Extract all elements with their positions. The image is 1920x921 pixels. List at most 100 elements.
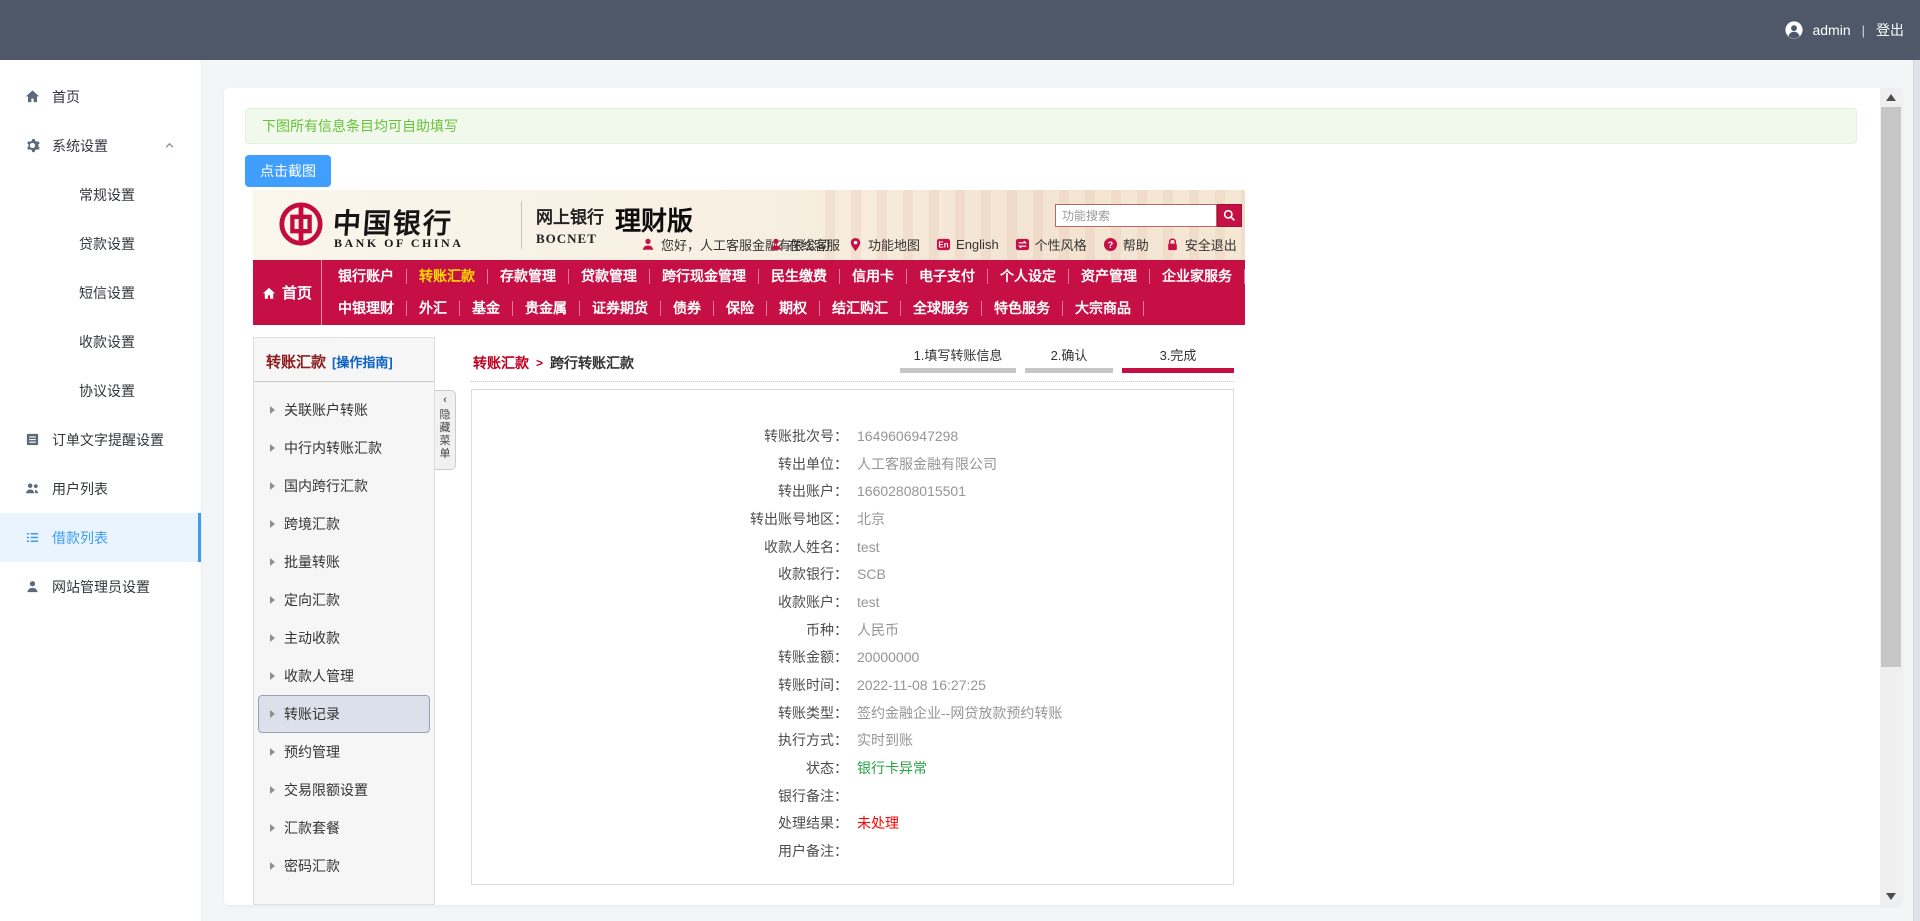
nav-item[interactable]: 贷款管理 [569,268,650,284]
field-label: 币种 [806,621,834,638]
nav-item[interactable]: 转账汇款 [407,268,488,284]
browser-scroll-track[interactable] [1913,60,1920,921]
sidemenu-item[interactable]: 定向汇款 [258,581,430,619]
sidebar-item-label: 网站管理员设置 [52,578,150,595]
quick-link-label: 帮助 [1122,237,1149,253]
nav-item[interactable]: 跨行现金管理 [650,268,759,284]
quick-link[interactable]: 功能地图 [848,235,920,254]
sidemenu-item[interactable]: 主动收款 [258,619,430,657]
sidebar-item-label: 订单文字提醒设置 [52,431,164,448]
field-label-colon: ： [834,510,848,527]
bank-name-en: BANK OF CHINA [334,236,464,250]
function-search-input[interactable] [1055,204,1217,227]
quick-link[interactable]: ? 帮助 [1103,235,1149,254]
nav-item[interactable]: 企业家服务 [1150,268,1245,284]
sidemenu-item-label: 国内跨行汇款 [284,478,368,494]
logout-link[interactable]: 登出 [1876,20,1904,40]
nav-item[interactable]: 全球服务 [901,301,982,317]
username: admin [1812,22,1851,38]
screenshot-button[interactable]: 点击截图 [245,155,331,187]
greeting: 您好，人工客服金融有限公司 在线客服 [641,235,840,254]
progress-steps: 1.填写转账信息 2.确认 3.完成 [900,345,1234,373]
nav-item[interactable]: 信用卡 [840,268,907,284]
sidemenu-item[interactable]: 批量转账 [258,543,430,581]
edition-label: 理财版 [615,206,694,236]
sidebar-item-label: 借款列表 [52,529,108,546]
user-menu[interactable]: admin | 登出 [1785,20,1904,40]
field-label: 状态 [806,760,834,777]
sidemenu-item[interactable]: 汇款套餐 [258,809,430,847]
sidemenu-item[interactable]: 中行内转账汇款 [258,429,430,467]
sidemenu-item[interactable]: 密码汇款 [258,847,430,885]
sidebar-item[interactable]: 用户列表 [0,464,201,513]
nav-item[interactable]: 中银理财 [326,301,407,317]
nav-item[interactable]: 债券 [661,301,714,317]
breadcrumb-root[interactable]: 转账汇款 [473,353,529,373]
operation-guide-link[interactable]: [操作指南] [332,355,393,370]
field-label: 银行备注 [778,787,834,804]
nav-item[interactable]: 电子支付 [907,268,988,284]
sidemenu-item[interactable]: 国内跨行汇款 [258,467,430,505]
card-scrollbar[interactable] [1880,88,1902,905]
quick-link[interactable]: 个性风格 [1015,235,1087,254]
scroll-up-button[interactable] [1880,88,1902,106]
home-icon [262,286,276,300]
nav-item[interactable]: 保险 [714,301,767,317]
top-navbar: admin | 登出 [0,0,1920,60]
nav-item[interactable]: 外汇 [407,301,460,317]
sidebar-item[interactable]: 系统设置 [0,121,201,170]
users-icon [25,481,41,497]
nav-item[interactable]: 存款管理 [488,268,569,284]
online-service-link[interactable]: 在线客服 [769,235,840,254]
nav-item[interactable]: 民生缴费 [759,268,840,284]
sidemenu-item[interactable]: 预约管理 [258,733,430,771]
sidemenu-item[interactable]: 跨境汇款 [258,505,430,543]
search-button[interactable] [1217,204,1242,227]
scroll-up-icon [1886,93,1896,101]
scroll-down-icon [1886,892,1896,900]
nav-home[interactable]: 首页 [253,260,322,325]
nav-item[interactable]: 结汇购汇 [820,301,901,317]
quick-link[interactable]: En English [936,237,999,252]
sidebar-item[interactable]: 网站管理员设置 [0,562,201,611]
sidebar-item[interactable]: 收款设置 [0,317,201,366]
sidemenu-item[interactable]: 关联账户转账 [258,391,430,429]
sidemenu-item[interactable]: 转账记录 [258,695,430,733]
field-label-colon: ： [834,649,848,666]
scrollbar-thumb[interactable] [1881,107,1901,667]
nav-item[interactable]: 大宗商品 [1063,301,1144,317]
sidebar-item[interactable]: 订单文字提醒设置 [0,415,201,464]
sidemenu-item[interactable]: 交易限额设置 [258,771,430,809]
sidebar-item[interactable]: 常规设置 [0,170,201,219]
field-row: 转出账号地区： 北京 [472,505,1233,533]
quick-link[interactable]: 安全退出 [1165,235,1237,254]
sidebar-item-label: 短信设置 [79,284,135,301]
field-row: 币种： 人民币 [472,616,1233,644]
sidemenu-title: 转账汇款 [操作指南] [254,338,434,382]
sidebar-item[interactable]: 短信设置 [0,268,201,317]
sidebar-item[interactable]: 贷款设置 [0,219,201,268]
boc-page: 中国银行 BANK OF CHINA 网上银行 BOCNET 理财版 您好，人工… [253,190,1245,905]
scroll-down-button[interactable] [1880,887,1902,905]
hide-menu-tab[interactable]: ‹ 隐藏菜单 [435,390,456,470]
nav-item[interactable]: 基金 [460,301,513,317]
nav-item[interactable]: 证券期货 [580,301,661,317]
chevron-up-icon[interactable] [164,140,175,151]
sidebar-item[interactable]: 借款列表 [0,513,201,562]
arrow-right-icon [270,520,275,528]
sidemenu-item[interactable]: 收款人管理 [258,657,430,695]
nav-item[interactable]: 贵金属 [513,301,580,317]
sidebar-item[interactable]: 协议设置 [0,366,201,415]
field-value: 16602808015501 [857,483,967,500]
nav-item[interactable]: 个人设定 [988,268,1069,284]
nav-item[interactable]: 特色服务 [982,301,1063,317]
field-label-colon: ： [834,677,848,694]
field-value: 1649606947298 [857,427,959,444]
nav-item[interactable]: 资产管理 [1069,268,1150,284]
nav-item[interactable]: 银行账户 [326,268,407,284]
nav-item[interactable]: 期权 [767,301,820,317]
sidebar-item[interactable]: 首页 [0,72,201,121]
transfer-detail-panel: 转账批次号： 1649606947298 转出单位： 人工客服金融有限公司 转出… [471,389,1234,885]
arrow-right-icon [270,824,275,832]
field-label-colon: ： [834,787,848,804]
